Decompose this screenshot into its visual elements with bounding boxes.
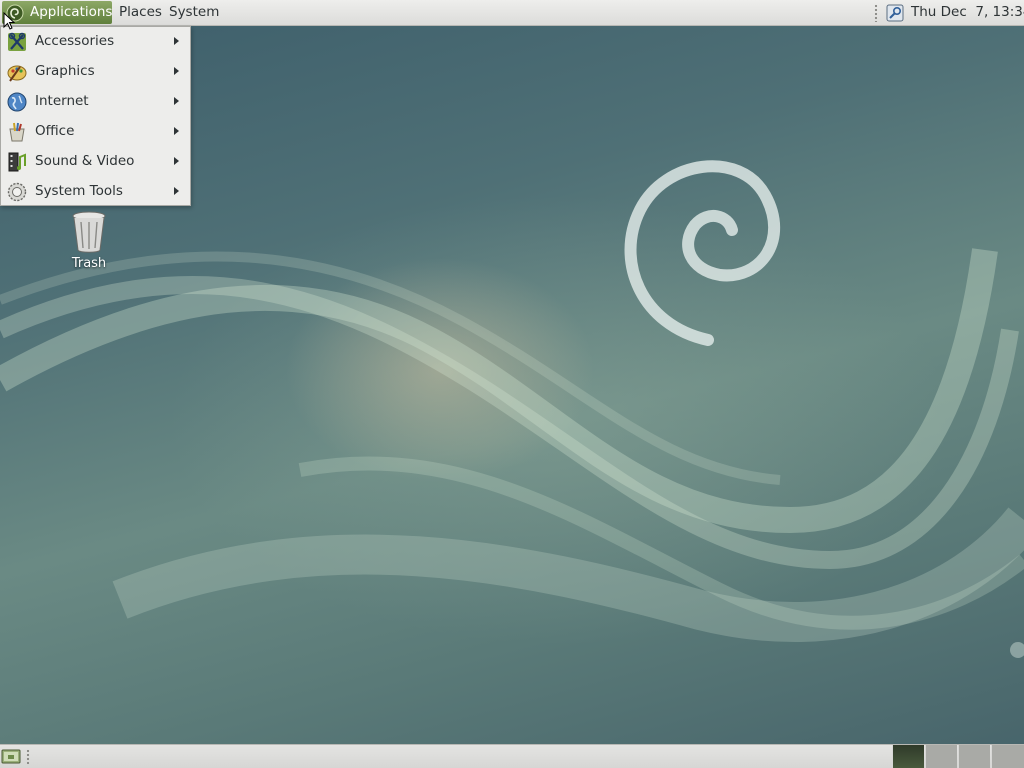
graphics-icon <box>7 65 27 82</box>
menu-item-label: Sound & Video <box>35 153 135 169</box>
panel-drag-handle[interactable] <box>26 749 30 764</box>
applications-label: Applications <box>30 4 113 20</box>
accessories-icon <box>8 32 26 51</box>
workspace-4[interactable] <box>991 745 1024 768</box>
network-icon[interactable] <box>886 4 904 22</box>
panel-drag-handle[interactable] <box>874 4 878 22</box>
menu-item-label: Office <box>35 123 75 139</box>
menu-item-internet[interactable]: Internet <box>1 87 190 117</box>
trash-desktop-icon[interactable]: Trash <box>62 210 116 272</box>
debian-logo <box>624 160 781 346</box>
applications-menu-button[interactable]: Applications <box>2 1 112 24</box>
internet-icon <box>7 92 27 112</box>
clock[interactable]: Thu Dec 7, 13:34 <box>911 0 1024 25</box>
menu-item-sound-video[interactable]: Sound & Video <box>1 147 190 177</box>
applications-menu: Accessories Graphics Internet Office Sou… <box>0 26 191 206</box>
menu-item-system-tools[interactable]: System Tools <box>1 177 190 207</box>
bottom-panel <box>0 744 1024 768</box>
menu-item-graphics[interactable]: Graphics <box>1 57 190 87</box>
trash-icon <box>72 211 106 253</box>
menu-item-label: Graphics <box>35 63 95 79</box>
top-panel: Applications Places System Thu Dec 7, 13… <box>0 0 1024 26</box>
sound-video-icon <box>8 152 26 172</box>
system-menu-button[interactable]: System <box>165 1 223 24</box>
menu-item-accessories[interactable]: Accessories <box>1 27 190 57</box>
office-icon <box>9 122 25 142</box>
submenu-arrow-icon <box>174 67 179 75</box>
system-label: System <box>169 4 220 20</box>
submenu-arrow-icon <box>174 157 179 165</box>
submenu-arrow-icon <box>174 37 179 45</box>
trash-label: Trash <box>71 256 107 271</box>
submenu-arrow-icon <box>174 187 179 195</box>
submenu-arrow-icon <box>174 127 179 135</box>
mouse-pointer-icon <box>3 12 15 30</box>
submenu-arrow-icon <box>174 97 179 105</box>
system-tools-icon <box>7 182 27 202</box>
places-menu-button[interactable]: Places <box>115 1 166 24</box>
desktop[interactable]: Applications Places System Thu Dec 7, 13… <box>0 0 1024 768</box>
workspace-1[interactable] <box>892 745 924 768</box>
places-label: Places <box>119 4 162 20</box>
menu-item-label: System Tools <box>35 183 123 199</box>
menu-item-office[interactable]: Office <box>1 117 190 147</box>
menu-item-label: Internet <box>35 93 89 109</box>
workspace-2[interactable] <box>925 745 957 768</box>
show-desktop-icon[interactable] <box>1 748 21 765</box>
menu-item-label: Accessories <box>35 33 115 49</box>
workspace-3[interactable] <box>958 745 990 768</box>
